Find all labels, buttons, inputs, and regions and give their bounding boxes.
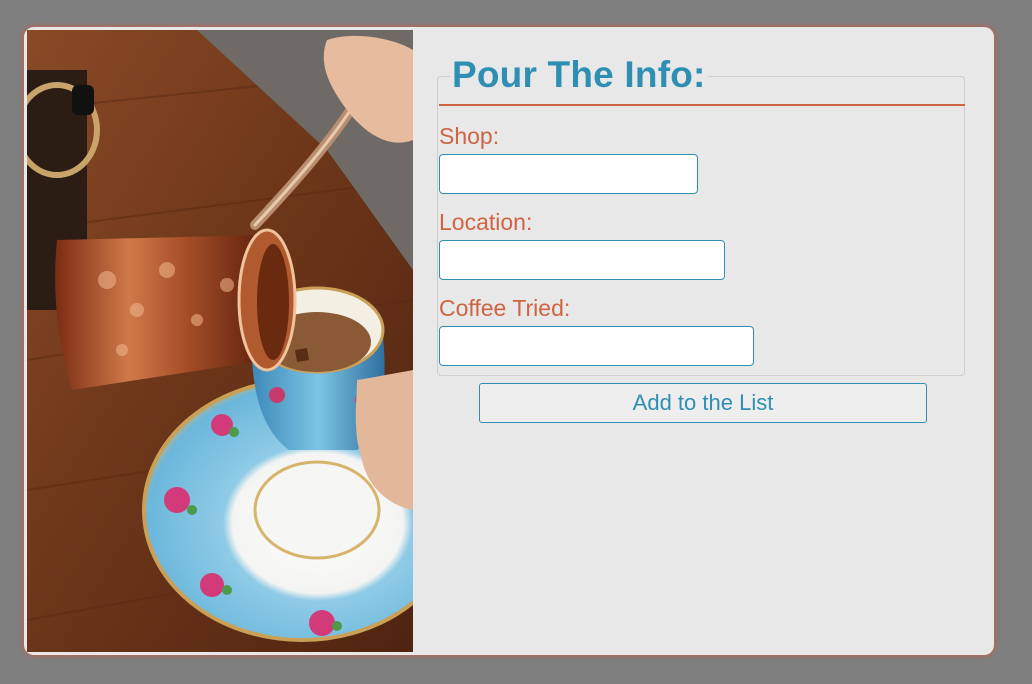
location-input[interactable] bbox=[439, 240, 725, 280]
location-label: Location: bbox=[439, 209, 533, 235]
shop-input[interactable] bbox=[439, 154, 698, 194]
form-title: Pour The Info: bbox=[450, 54, 708, 96]
coffee-card: Pour The Info: Shop: Location: Coffee Tr… bbox=[24, 27, 994, 655]
coffee-photo bbox=[27, 30, 413, 652]
coffee-photo-illustration bbox=[27, 30, 413, 652]
coffee-tried-label: Coffee Tried: bbox=[439, 295, 571, 321]
title-divider bbox=[439, 104, 965, 106]
coffee-tried-input[interactable] bbox=[439, 326, 754, 366]
add-to-list-button[interactable]: Add to the List bbox=[479, 383, 927, 423]
form-panel: Pour The Info: Shop: Location: Coffee Tr… bbox=[413, 30, 991, 652]
shop-label: Shop: bbox=[439, 123, 500, 149]
